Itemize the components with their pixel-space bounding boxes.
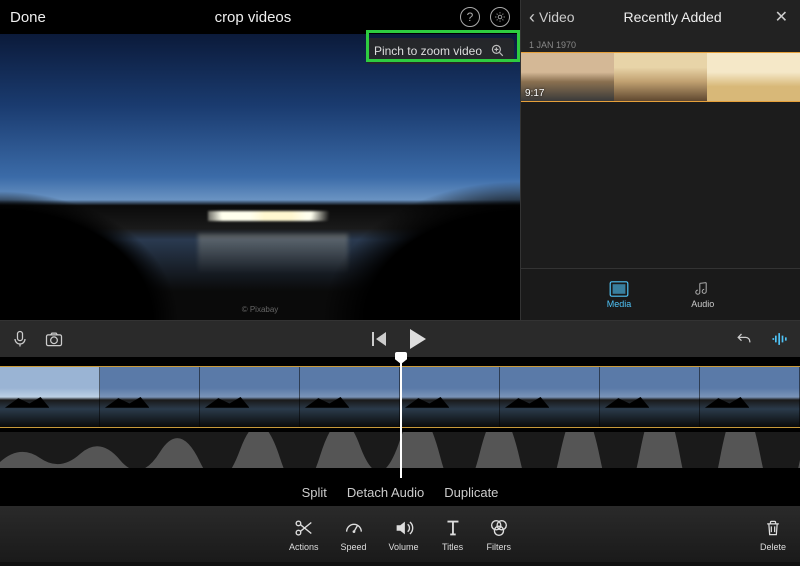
preview-header: Done crop videos ? xyxy=(0,0,520,34)
actions-tool[interactable]: Actions xyxy=(289,517,319,552)
media-tabs: Media Audio xyxy=(521,268,800,320)
zoom-hint-label: Pinch to zoom video xyxy=(374,44,482,58)
clip-frame[interactable] xyxy=(600,367,700,427)
microphone-icon[interactable] xyxy=(10,329,30,349)
media-thumbnail[interactable] xyxy=(614,53,707,101)
clip-metadata: © Pixabay xyxy=(242,305,279,314)
split-action[interactable]: Split xyxy=(302,485,327,500)
media-icon xyxy=(609,281,629,297)
clip-duration: 9:17 xyxy=(525,88,544,99)
media-header: ‹ Video Recently Added ✕ xyxy=(521,0,800,34)
filters-tool[interactable]: Filters xyxy=(487,517,512,552)
delete-tool[interactable]: Delete xyxy=(760,517,786,552)
undo-icon[interactable] xyxy=(734,329,754,349)
trash-icon xyxy=(761,517,785,539)
timeline[interactable] xyxy=(0,358,800,478)
volume-tool[interactable]: Volume xyxy=(389,517,419,552)
media-browser: ‹ Video Recently Added ✕ 1 JAN 1970 9:17… xyxy=(520,0,800,320)
preview-panel: Done crop videos ? © Pixabay Pinch to zo… xyxy=(0,0,520,320)
media-back-label[interactable]: Video xyxy=(539,9,575,25)
close-icon[interactable]: ✕ xyxy=(771,7,792,27)
skip-back-icon[interactable] xyxy=(372,329,392,349)
text-icon xyxy=(441,517,465,539)
media-thumbnail[interactable] xyxy=(707,53,800,101)
camera-icon[interactable] xyxy=(44,329,64,349)
bottom-toolbar: Actions Speed Volume Titles Filters xyxy=(0,506,800,562)
media-title: Recently Added xyxy=(581,9,765,25)
clip-frame[interactable] xyxy=(100,367,200,427)
music-note-icon xyxy=(693,281,713,297)
scissors-icon xyxy=(292,517,316,539)
settings-icon[interactable] xyxy=(490,7,510,27)
speaker-icon xyxy=(392,517,416,539)
clip-frame[interactable] xyxy=(200,367,300,427)
done-button[interactable]: Done xyxy=(10,9,46,26)
waveform-icon[interactable] xyxy=(770,329,790,349)
filters-icon xyxy=(487,517,511,539)
tab-audio[interactable]: Audio xyxy=(691,281,714,309)
project-title: crop videos xyxy=(215,9,292,26)
clip-frame[interactable] xyxy=(0,367,100,427)
clip-frame[interactable] xyxy=(400,367,500,427)
magnifier-icon xyxy=(490,43,506,59)
chevron-left-icon[interactable]: ‹ xyxy=(529,7,535,28)
zoom-hint-tooltip: Pinch to zoom video xyxy=(366,38,514,64)
speed-tool[interactable]: Speed xyxy=(340,517,366,552)
titles-tool[interactable]: Titles xyxy=(441,517,465,552)
play-icon[interactable] xyxy=(410,329,426,349)
speedometer-icon xyxy=(341,517,365,539)
duplicate-action[interactable]: Duplicate xyxy=(444,485,498,500)
clip-frame[interactable] xyxy=(300,367,400,427)
tab-media[interactable]: Media xyxy=(607,281,632,309)
video-preview[interactable]: © Pixabay xyxy=(0,34,520,320)
clip-frame[interactable] xyxy=(700,367,800,427)
media-empty-area xyxy=(521,102,800,268)
media-clip-row[interactable]: 9:17 xyxy=(521,52,800,102)
clip-frame[interactable] xyxy=(500,367,600,427)
playhead[interactable] xyxy=(400,358,402,478)
detach-audio-action[interactable]: Detach Audio xyxy=(347,485,424,500)
media-date-label: 1 JAN 1970 xyxy=(521,34,800,52)
help-icon[interactable]: ? xyxy=(460,7,480,27)
clip-actions-row: Split Detach Audio Duplicate xyxy=(0,478,800,506)
